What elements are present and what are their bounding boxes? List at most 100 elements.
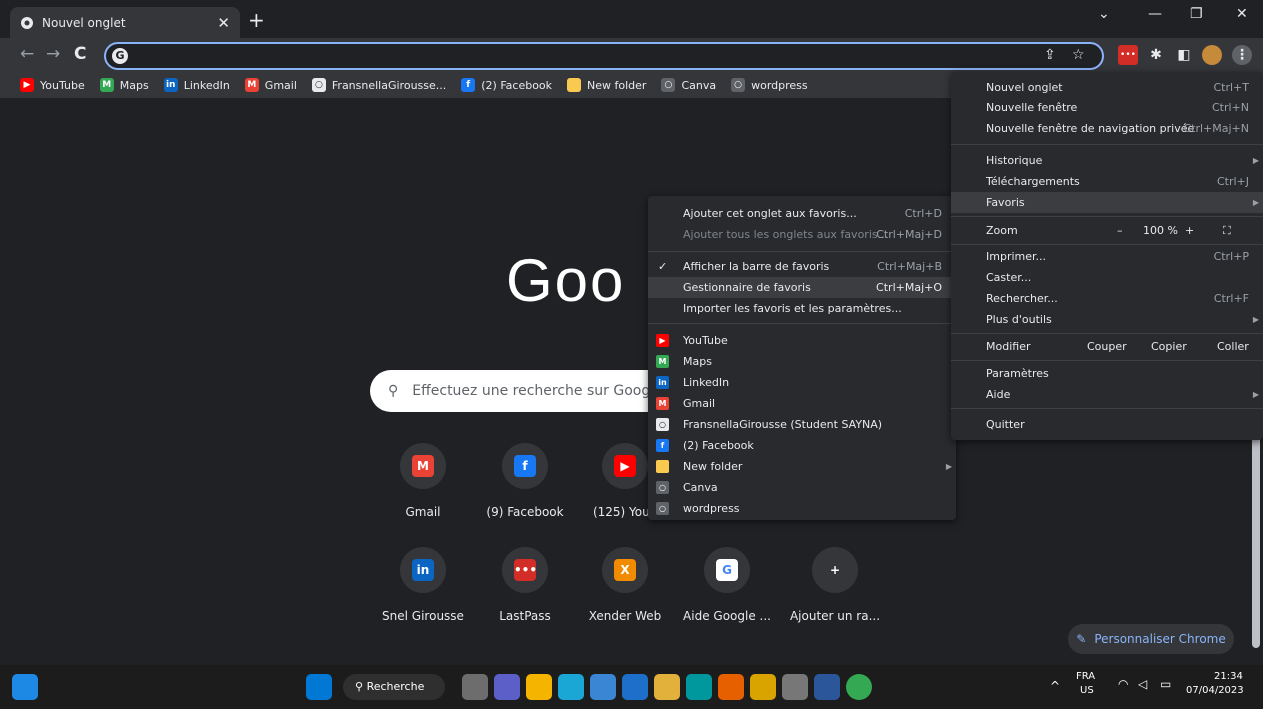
menu-kebab-icon[interactable]: ⋮ (1232, 45, 1252, 65)
favorite-item[interactable]: M Gmail (648, 393, 956, 414)
menu-help[interactable]: Aide ▶ (951, 384, 1263, 405)
cut-button[interactable]: Couper (1087, 336, 1127, 357)
bookmark-item[interactable]: M Maps (99, 78, 149, 92)
menu-find[interactable]: Rechercher... Ctrl+F (951, 288, 1263, 309)
word-icon[interactable] (814, 674, 840, 700)
zoom-minus-button[interactable]: – (1117, 220, 1123, 241)
avatar[interactable] (1202, 45, 1222, 65)
menu-history[interactable]: Historique ▶ (951, 150, 1263, 171)
favorite-item[interactable]: New folder ▶ (648, 456, 956, 477)
favorite-item[interactable]: ○ wordpress (648, 498, 956, 519)
shortcut-tile[interactable]: in Snel Girousse (368, 547, 478, 623)
customize-chrome-button[interactable]: ✎ Personnaliser Chrome (1068, 624, 1234, 654)
menu-print[interactable]: Imprimer... Ctrl+P (951, 246, 1263, 267)
favorite-item[interactable]: ○ Canva (648, 477, 956, 498)
menu-new-tab[interactable]: Nouvel onglet Ctrl+T (951, 77, 1263, 98)
battery-icon[interactable]: ▭ (1160, 677, 1171, 691)
paste-button[interactable]: Coller (1217, 336, 1249, 357)
clock-time[interactable]: 21:34 (1214, 671, 1243, 682)
search-input[interactable]: ⚲ Effectuez une recherche sur Google (370, 370, 670, 412)
new-tab-button[interactable]: + (248, 8, 265, 32)
chrome-icon[interactable] (846, 674, 872, 700)
zoom-plus-button[interactable]: + (1185, 220, 1194, 241)
minimize-button[interactable]: — (1148, 6, 1162, 22)
search-icon: ⚲ (355, 680, 367, 693)
arduino-icon[interactable] (686, 674, 712, 700)
widgets-icon[interactable] (12, 674, 38, 700)
menu-bookmark-manager[interactable]: Gestionnaire de favoris Ctrl+Maj+O (648, 277, 956, 298)
opera-icon[interactable] (718, 674, 744, 700)
teams-icon[interactable] (494, 674, 520, 700)
bookmark-star-icon[interactable]: ☆ (1072, 47, 1085, 63)
tab-search-icon[interactable]: ⌄ (1098, 6, 1110, 22)
shortcut-icon-circle: ▶ (602, 443, 648, 489)
fullscreen-icon[interactable]: ⛶ (1223, 220, 1231, 241)
language-bottom[interactable]: US (1080, 685, 1094, 696)
tab-new-tab[interactable]: Nouvel onglet ✕ (10, 7, 240, 38)
app-icon[interactable] (782, 674, 808, 700)
menu-show-bookmarks-bar[interactable]: ✓ Afficher la barre de favoris Ctrl+Maj+… (648, 256, 956, 277)
wifi-icon[interactable]: ◠ (1118, 677, 1128, 691)
favorite-item[interactable]: M Maps (648, 351, 956, 372)
app-icon[interactable] (750, 674, 776, 700)
store-icon[interactable] (590, 674, 616, 700)
back-button[interactable]: ← (20, 44, 34, 64)
address-bar[interactable]: G ⇪ ☆ (104, 42, 1104, 70)
bookmark-item[interactable]: ○ FransnellaGirousse... (311, 78, 446, 92)
favorite-item[interactable]: ○ FransnellaGirousse (Student SAYNA) (648, 414, 956, 435)
menu-more-tools[interactable]: Plus d'outils ▶ (951, 309, 1263, 330)
shortcut-tile[interactable]: + Ajouter un ra... (780, 547, 890, 623)
player-icon[interactable] (654, 674, 680, 700)
taskbar-search-input[interactable]: ⚲ Recherche (343, 674, 445, 700)
shortcut-tile[interactable]: ••• LastPass (470, 547, 580, 623)
lastpass-extension-icon[interactable]: ••• (1118, 45, 1138, 65)
clock-date[interactable]: 07/04/2023 (1186, 685, 1244, 696)
menu-quit[interactable]: Quitter (951, 414, 1263, 435)
menu-cast[interactable]: Caster... (951, 267, 1263, 288)
menu-new-window[interactable]: Nouvelle fenêtre Ctrl+N (951, 97, 1263, 118)
menu-downloads[interactable]: Téléchargements Ctrl+J (951, 171, 1263, 192)
file-explorer-icon[interactable] (526, 674, 552, 700)
language-top[interactable]: FRA (1076, 671, 1095, 682)
bookmark-item[interactable]: ▶ YouTube (20, 78, 85, 92)
chevron-up-icon[interactable]: ^ (1050, 679, 1060, 693)
volume-icon[interactable]: ◁ (1138, 677, 1147, 691)
favorite-item[interactable]: in LinkedIn (648, 372, 956, 393)
share-icon[interactable]: ⇪ (1044, 47, 1056, 63)
reload-button[interactable]: C (74, 44, 86, 64)
shortcut-tile[interactable]: f (9) Facebook (470, 443, 580, 519)
tab-close-icon[interactable]: ✕ (217, 14, 230, 32)
restore-button[interactable]: ❐ (1190, 6, 1203, 22)
menu-incognito-window[interactable]: Nouvelle fenêtre de navigation privée Ct… (951, 118, 1263, 139)
favorite-item[interactable]: f (2) Facebook (648, 435, 956, 456)
bookmark-item[interactable]: f (2) Facebook (461, 78, 552, 92)
bookmark-item[interactable]: New folder (567, 78, 646, 92)
shortcut-tile[interactable]: G Aide Google ... (672, 547, 782, 623)
forward-button[interactable]: → (46, 44, 60, 64)
menu-add-tab-favorite[interactable]: Ajouter cet onglet aux favoris... Ctrl+D (648, 203, 956, 224)
bookmark-item[interactable]: ○ wordpress (731, 78, 808, 92)
start-button[interactable] (306, 674, 332, 700)
favorites-submenu: Ajouter cet onglet aux favoris... Ctrl+D… (648, 196, 956, 520)
copy-button[interactable]: Copier (1151, 336, 1187, 357)
bookmark-item[interactable]: M Gmail (244, 78, 297, 92)
extensions-icon[interactable]: ✱ (1146, 45, 1166, 65)
task-view-icon[interactable] (462, 674, 488, 700)
mail-icon[interactable] (622, 674, 648, 700)
close-window-button[interactable]: ✕ (1236, 6, 1248, 22)
edge-icon[interactable] (558, 674, 584, 700)
side-panel-icon[interactable]: ◧ (1174, 45, 1194, 65)
menu-favorites[interactable]: Favoris ▶ (951, 192, 1263, 213)
shortcut-icon-circle: f (502, 443, 548, 489)
shortcut-tile[interactable]: M Gmail (368, 443, 478, 519)
menu-settings[interactable]: Paramètres (951, 363, 1263, 384)
menu-import-bookmarks[interactable]: Importer les favoris et les paramètres..… (648, 298, 956, 319)
scrollbar-thumb[interactable] (1252, 418, 1260, 648)
bookmark-item[interactable]: in LinkedIn (163, 78, 230, 92)
favorite-item[interactable]: ▶ YouTube (648, 330, 956, 351)
title-bar: Nouvel onglet ✕ + ⌄ — ❐ ✕ (0, 0, 1263, 38)
bookmark-item[interactable]: ○ Canva (661, 78, 716, 92)
shortcut-tile[interactable]: X Xender Web (570, 547, 680, 623)
shortcut-icon-circle: + (812, 547, 858, 593)
globe-icon: ○ (661, 78, 676, 92)
